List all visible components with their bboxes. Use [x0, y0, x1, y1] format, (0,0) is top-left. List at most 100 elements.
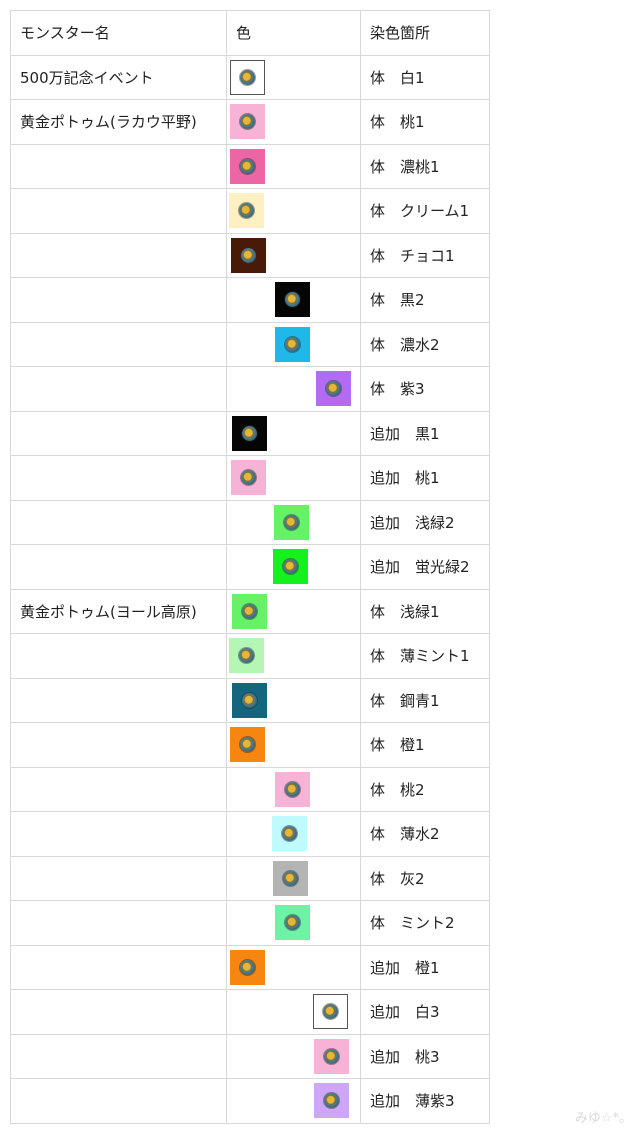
table-row: 体 薄水2	[10, 811, 490, 857]
color-swatch	[273, 860, 308, 896]
color-cell	[226, 588, 361, 634]
color-swatch	[231, 460, 266, 496]
table-row: 体 チョコ1	[10, 232, 490, 278]
header-color: 色	[226, 10, 361, 56]
color-swatch	[232, 415, 267, 451]
dye-part-cell: 体 濃桃1	[360, 143, 490, 189]
monster-name-cell	[10, 232, 227, 278]
color-swatch	[275, 771, 310, 807]
table-row: 体 濃水2	[10, 321, 490, 367]
dye-part-cell: 体 桃1	[360, 99, 490, 145]
table-row: 黄金ポトゥム(ラカウ平野) 体 桃1	[10, 99, 490, 145]
color-swatch	[273, 549, 308, 585]
dye-part-cell: 追加 桃3	[360, 1033, 490, 1079]
monster-icon	[240, 158, 255, 174]
color-cell	[226, 944, 361, 990]
monster-name-cell	[10, 1033, 227, 1079]
monster-icon	[241, 470, 256, 486]
color-cell	[226, 143, 361, 189]
color-cell	[226, 321, 361, 367]
color-cell	[226, 410, 361, 456]
monster-name-cell	[10, 499, 227, 545]
table-row: 体 橙1	[10, 722, 490, 768]
table-row: 追加 浅緑2	[10, 499, 490, 545]
dye-part-cell: 追加 桃1	[360, 455, 490, 501]
table-row: 体 ミント2	[10, 900, 490, 946]
color-swatch	[275, 905, 310, 941]
monster-name-cell	[10, 277, 227, 323]
color-swatch	[274, 504, 309, 540]
dye-part-cell: 体 浅緑1	[360, 588, 490, 634]
monster-name-cell	[10, 143, 227, 189]
color-cell	[226, 54, 361, 100]
color-cell	[226, 1078, 361, 1124]
table-row: 体 濃桃1	[10, 143, 490, 189]
monster-icon	[239, 203, 254, 219]
monster-icon	[284, 514, 299, 530]
dye-part-cell: 体 薄ミント1	[360, 633, 490, 679]
monster-name-cell	[10, 188, 227, 234]
monster-icon	[323, 1004, 338, 1020]
table-row: 追加 黒1	[10, 410, 490, 456]
table-row: 追加 橙1	[10, 944, 490, 990]
table-row: 追加 桃3	[10, 1033, 490, 1079]
monster-icon	[240, 737, 255, 753]
dye-part-cell: 追加 浅緑2	[360, 499, 490, 545]
table-row: 追加 蛍光緑2	[10, 544, 490, 590]
header-row: モンスター名 色 染色箇所	[10, 10, 490, 56]
monster-icon	[285, 915, 300, 931]
dye-part-cell: 追加 薄紫3	[360, 1078, 490, 1124]
color-cell	[226, 277, 361, 323]
monster-name-cell	[10, 900, 227, 946]
color-cell	[226, 677, 361, 723]
color-cell	[226, 633, 361, 679]
dye-part-cell: 体 黒2	[360, 277, 490, 323]
dye-part-cell: 体 紫3	[360, 366, 490, 412]
dye-part-cell: 追加 蛍光緑2	[360, 544, 490, 590]
color-swatch	[316, 371, 351, 407]
dye-part-cell: 体 薄水2	[360, 811, 490, 857]
monster-name-cell	[10, 944, 227, 990]
dye-part-cell: 体 灰2	[360, 855, 490, 901]
table-row: 体 鋼青1	[10, 677, 490, 723]
monster-name-cell	[10, 766, 227, 812]
dye-part-cell: 体 橙1	[360, 722, 490, 768]
color-cell	[226, 232, 361, 278]
color-cell	[226, 811, 361, 857]
table-row: 体 紫3	[10, 366, 490, 412]
table-row: 黄金ポトゥム(ヨール高原) 体 浅緑1	[10, 588, 490, 634]
header-monster-name: モンスター名	[10, 10, 227, 56]
table-row: 追加 白3	[10, 989, 490, 1035]
color-swatch	[229, 193, 264, 229]
color-swatch	[230, 727, 265, 763]
dye-part-cell: 追加 白3	[360, 989, 490, 1035]
monster-icon	[283, 559, 298, 575]
color-swatch	[230, 949, 265, 985]
monster-icon	[285, 336, 300, 352]
monster-icon	[326, 381, 341, 397]
dye-part-cell: 体 チョコ1	[360, 232, 490, 278]
color-cell	[226, 1033, 361, 1079]
monster-icon	[242, 603, 257, 619]
monster-icon	[240, 69, 255, 85]
monster-name-cell	[10, 366, 227, 412]
monster-name-cell	[10, 855, 227, 901]
monster-name-cell	[10, 811, 227, 857]
color-cell	[226, 188, 361, 234]
monster-icon	[283, 870, 298, 886]
monster-icon	[240, 959, 255, 975]
dye-part-cell: 体 鋼青1	[360, 677, 490, 723]
monster-name-cell: 500万記念イベント	[10, 54, 227, 100]
table-row: 追加 薄紫3	[10, 1078, 490, 1124]
monster-icon	[285, 781, 300, 797]
monster-icon	[324, 1048, 339, 1064]
color-cell	[226, 544, 361, 590]
color-cell	[226, 722, 361, 768]
color-cell	[226, 366, 361, 412]
color-swatch	[231, 237, 266, 273]
table-row: 体 桃2	[10, 766, 490, 812]
monster-icon	[285, 292, 300, 308]
color-swatch	[314, 1038, 349, 1074]
dye-table: モンスター名 色 染色箇所 500万記念イベント体 白1 黄金ポトゥム(ラカウ平野…	[10, 10, 490, 1124]
color-swatch	[229, 638, 264, 674]
